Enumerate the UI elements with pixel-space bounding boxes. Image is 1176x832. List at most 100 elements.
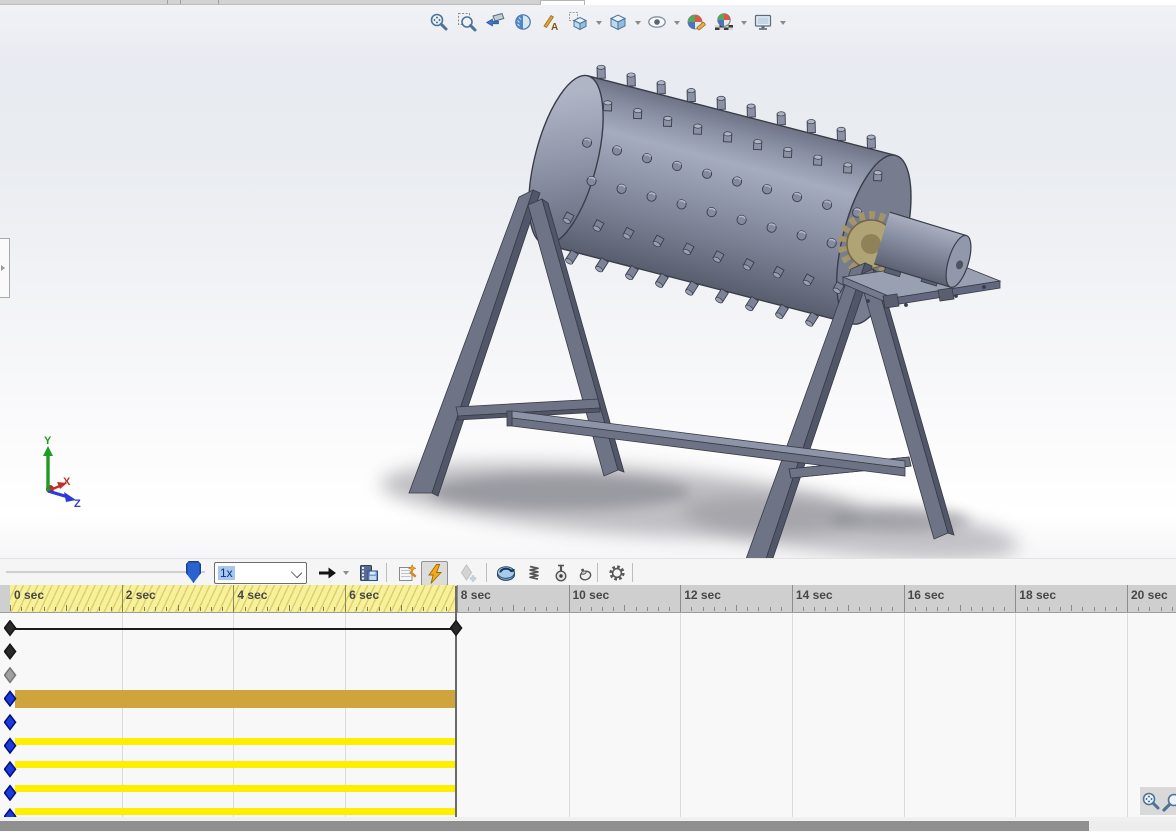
dropdown-arrow-icon[interactable] bbox=[672, 9, 681, 35]
section-view-icon[interactable] bbox=[510, 9, 536, 35]
graphics-viewport[interactable]: X Z Y A bbox=[0, 5, 1176, 558]
contact-button[interactable] bbox=[572, 561, 597, 584]
timeline-tracks[interactable] bbox=[0, 613, 1176, 817]
zoom-to-fit-icon[interactable] bbox=[426, 9, 452, 35]
solidworks-motion-study-window: X Z Y A 1x 0 sec2 sec4 s bbox=[0, 0, 1176, 832]
ruler-tick bbox=[144, 607, 145, 611]
ruler-tick bbox=[904, 605, 905, 611]
chevron-down-icon bbox=[291, 567, 302, 578]
motor-button[interactable] bbox=[493, 561, 518, 584]
timeline-ruler[interactable]: 0 sec2 sec4 sec6 sec8 sec10 sec12 sec14 … bbox=[0, 585, 1176, 613]
track-gridline bbox=[904, 613, 905, 817]
view-settings-icon[interactable] bbox=[750, 9, 776, 35]
triad-x-label: X bbox=[63, 476, 71, 488]
hide-show-items-icon[interactable] bbox=[644, 9, 670, 35]
dropdown-arrow-icon[interactable] bbox=[633, 9, 642, 35]
ruler-tick bbox=[233, 605, 234, 611]
previous-view-icon[interactable] bbox=[482, 9, 508, 35]
change-bar[interactable] bbox=[15, 785, 456, 792]
ruler-tick bbox=[1094, 607, 1095, 611]
ruler-tick bbox=[323, 607, 324, 611]
dropdown-arrow-icon[interactable] bbox=[594, 9, 603, 35]
playback-slider-thumb[interactable] bbox=[186, 561, 201, 583]
save-animation-button[interactable] bbox=[356, 561, 381, 584]
ruler-tick bbox=[859, 607, 860, 611]
ruler-tick bbox=[88, 607, 89, 611]
play-mode-button[interactable] bbox=[314, 561, 339, 584]
ruler-tick bbox=[245, 607, 246, 611]
collapsed-panel-tab[interactable] bbox=[0, 238, 10, 298]
ruler-tick bbox=[658, 607, 659, 611]
tab-divider bbox=[180, 0, 181, 4]
ruler-label: 4 sec bbox=[237, 588, 267, 602]
keyframe-diamond[interactable] bbox=[4, 620, 17, 637]
spring-button[interactable] bbox=[521, 561, 546, 584]
ruler-tick bbox=[423, 607, 424, 611]
keyframe-diamond[interactable] bbox=[4, 667, 17, 684]
change-bar[interactable] bbox=[15, 808, 456, 815]
playback-slider-track[interactable] bbox=[6, 571, 205, 574]
ruler-tick bbox=[580, 607, 581, 611]
ruler-tick bbox=[803, 607, 804, 611]
motion-toolbar: 1x bbox=[0, 558, 1176, 586]
ruler-tick bbox=[200, 607, 201, 611]
toolbar-separator bbox=[486, 563, 487, 582]
keyframe-diamond[interactable] bbox=[450, 620, 463, 637]
dropdown-arrow-icon[interactable] bbox=[778, 9, 787, 35]
add-key-button[interactable] bbox=[455, 561, 480, 584]
ruler-tick bbox=[647, 607, 648, 611]
ruler-tick bbox=[300, 607, 301, 611]
ruler-tick bbox=[155, 607, 156, 611]
track-gridline bbox=[1015, 613, 1016, 817]
ruler-tick bbox=[703, 607, 704, 611]
ruler-label: 12 sec bbox=[684, 588, 721, 602]
duration-line bbox=[15, 628, 452, 630]
ruler-tick bbox=[624, 605, 625, 611]
damper-button[interactable] bbox=[548, 561, 573, 584]
ruler-tick bbox=[837, 607, 838, 611]
track-gridline bbox=[792, 613, 793, 817]
ruler-tick bbox=[1060, 607, 1061, 611]
toolbar-separator bbox=[632, 563, 633, 582]
ruler-tick bbox=[569, 605, 570, 611]
ruler-tick bbox=[412, 607, 413, 611]
ruler-tick bbox=[1015, 605, 1016, 611]
motor-bar[interactable] bbox=[15, 690, 456, 708]
ruler-tick bbox=[379, 607, 380, 611]
change-bar[interactable] bbox=[15, 761, 456, 768]
hscrollbar-thumb[interactable] bbox=[0, 821, 1089, 831]
ruler-label: 8 sec bbox=[461, 588, 491, 602]
dropdown-arrow-icon[interactable] bbox=[341, 559, 350, 585]
dropdown-arrow-icon[interactable] bbox=[739, 9, 748, 35]
ruler-tick bbox=[1116, 607, 1117, 611]
playback-speed-select[interactable]: 1x bbox=[214, 562, 307, 584]
timeline-zoom-fit-button[interactable] bbox=[1140, 788, 1162, 814]
animation-wizard-button[interactable] bbox=[394, 561, 419, 584]
ruler-tick bbox=[948, 607, 949, 611]
ruler-label: 10 sec bbox=[573, 588, 610, 602]
ruler-tick bbox=[971, 607, 972, 611]
keyframe-diamond[interactable] bbox=[4, 643, 17, 660]
timeline-hscrollbar[interactable] bbox=[0, 821, 1176, 831]
calculate-button[interactable] bbox=[421, 561, 448, 586]
ruler-tick bbox=[1027, 607, 1028, 611]
edit-appearance-icon[interactable] bbox=[683, 9, 709, 35]
ruler-tick bbox=[770, 607, 771, 611]
ruler-tick bbox=[312, 607, 313, 611]
ruler-tick bbox=[66, 605, 67, 611]
ruler-tick bbox=[825, 607, 826, 611]
ruler-tick bbox=[10, 605, 11, 611]
ruler-tick bbox=[189, 607, 190, 611]
ruler-tick bbox=[680, 605, 681, 611]
ruler-tick bbox=[814, 607, 815, 611]
ruler-tick bbox=[524, 607, 525, 611]
motion-properties-button[interactable] bbox=[604, 561, 629, 584]
hide-show-annotations-icon[interactable]: A bbox=[538, 9, 564, 35]
timeline-zoom-button[interactable] bbox=[1162, 788, 1176, 814]
zoom-to-area-icon[interactable] bbox=[454, 9, 480, 35]
keyframe-diamond[interactable] bbox=[4, 714, 17, 731]
view-orientation-icon[interactable] bbox=[566, 9, 592, 35]
change-bar[interactable] bbox=[15, 738, 456, 745]
display-style-icon[interactable] bbox=[605, 9, 631, 35]
apply-scene-icon[interactable] bbox=[711, 9, 737, 35]
